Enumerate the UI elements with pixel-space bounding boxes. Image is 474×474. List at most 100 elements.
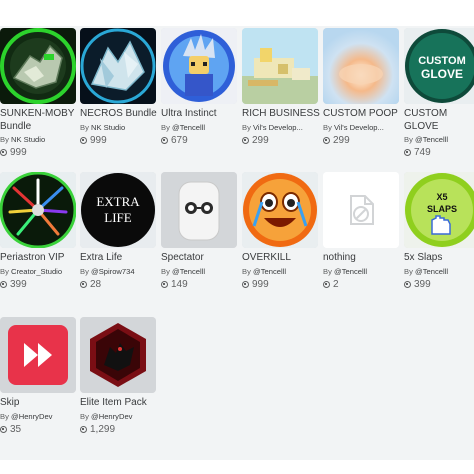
creator-link[interactable]: NK Studio xyxy=(11,135,45,144)
creator-link[interactable]: @HenryDev xyxy=(11,412,52,421)
item-creator: By @HenryDev xyxy=(80,411,133,421)
item-name[interactable]: Skip xyxy=(0,397,78,410)
item-name[interactable]: CUSTOM GLOVE xyxy=(404,108,474,133)
item-card-elite-item-pack[interactable]: Elite Item Pack By @HenryDev 1,299 xyxy=(80,317,158,436)
creator-link[interactable]: @Spirow734 xyxy=(91,267,135,276)
robux-icon xyxy=(0,425,7,433)
item-card-skip[interactable]: Skip By @HenryDev 35 xyxy=(0,317,78,436)
item-creator: By @Tencelll xyxy=(404,266,449,276)
item-creator: By @Tencelll xyxy=(242,266,287,276)
item-name[interactable]: NECROS Bundle xyxy=(80,108,158,121)
item-card-extra-life[interactable]: EXTRA LIFE Extra Life By @Spirow734 28 xyxy=(80,172,158,291)
ultra-instinct-thumbnail[interactable] xyxy=(161,28,237,104)
creator-link[interactable]: NK Studio xyxy=(91,123,125,132)
creator-link[interactable]: @Tencelll xyxy=(334,267,367,276)
robux-icon xyxy=(404,280,411,288)
item-price: 2 xyxy=(323,278,401,291)
extra-life-thumb-text-bottom: LIFE xyxy=(104,210,132,225)
slaps-thumb-text-top: X5 xyxy=(436,192,447,202)
item-name[interactable]: RICH BUSINESS xyxy=(242,108,320,121)
robux-icon xyxy=(80,425,87,433)
item-name[interactable]: CUSTOM POOP xyxy=(323,108,401,121)
item-price: 149 xyxy=(161,278,239,291)
nothing-thumbnail[interactable] xyxy=(323,172,399,248)
periastron-thumbnail[interactable] xyxy=(0,172,76,248)
item-price: 999 xyxy=(242,278,320,291)
item-price: 399 xyxy=(404,278,474,291)
creator-link[interactable]: @Tencelll xyxy=(172,123,205,132)
5x-slaps-thumbnail[interactable]: X5 SLAPS xyxy=(404,172,474,248)
overkill-thumbnail[interactable] xyxy=(242,172,318,248)
item-price: 679 xyxy=(161,134,239,147)
item-name[interactable]: Extra Life xyxy=(80,252,158,265)
custom-poop-thumbnail[interactable] xyxy=(323,28,399,104)
broken-image-icon xyxy=(323,172,399,248)
item-name[interactable]: nothing xyxy=(323,252,401,265)
creator-link[interactable]: @HenryDev xyxy=(91,412,132,421)
robux-icon xyxy=(0,149,7,156)
creator-link[interactable]: @Tencelll xyxy=(253,267,286,276)
creator-link[interactable]: Vil's Develop... xyxy=(334,123,384,132)
rich-business-thumbnail[interactable] xyxy=(242,28,318,104)
creator-link[interactable]: @Tencelll xyxy=(415,135,448,144)
item-name[interactable]: OVERKILL xyxy=(242,252,320,265)
robux-icon xyxy=(242,280,249,288)
extra-life-thumbnail[interactable]: EXTRA LIFE xyxy=(80,172,156,248)
robux-icon xyxy=(161,280,168,288)
item-price: 35 xyxy=(0,423,78,436)
item-creator: By @Spirow734 xyxy=(80,266,135,276)
item-price: 999 xyxy=(0,146,78,159)
item-name[interactable]: SUNKEN-MOBY Bundle xyxy=(0,108,78,133)
extra-life-thumb-text-top: EXTRA xyxy=(96,194,140,209)
item-price: 749 xyxy=(404,146,474,159)
item-card-nothing[interactable]: nothing By @Tencelll 2 xyxy=(323,172,401,291)
creator-link[interactable]: @Tencelll xyxy=(415,267,448,276)
item-price: 299 xyxy=(323,134,401,147)
item-name[interactable]: 5x Slaps xyxy=(404,252,474,265)
item-name[interactable]: Periastron VIP xyxy=(0,252,78,265)
page-footer-area xyxy=(0,460,474,474)
robux-icon xyxy=(242,136,249,144)
item-price: 1,299 xyxy=(80,423,158,436)
item-name[interactable]: Spectator xyxy=(161,252,239,265)
item-card-ultra-instinct[interactable]: Ultra Instinct By @Tencelll 679 xyxy=(161,28,239,147)
item-card-spectator[interactable]: Spectator By @Tencelll 149 xyxy=(161,172,239,291)
item-card-periastron-vip[interactable]: Periastron VIP By Creator_Studio 399 xyxy=(0,172,78,291)
robux-icon xyxy=(404,149,411,156)
spectator-thumbnail[interactable] xyxy=(161,172,237,248)
item-creator: By @HenryDev xyxy=(0,411,53,421)
necros-thumbnail[interactable] xyxy=(80,28,156,104)
item-creator: By @Tencelll xyxy=(161,122,206,132)
item-card-overkill[interactable]: OVERKILL By @Tencelll 999 xyxy=(242,172,320,291)
item-creator: By NK Studio xyxy=(0,135,46,144)
item-creator: By Vil's Develop... xyxy=(323,122,384,132)
item-creator: By @Tencelll xyxy=(161,266,206,276)
item-card-custom-glove[interactable]: CUSTOM GLOVE CUSTOM GLOVE By @Tencelll 7… xyxy=(404,28,474,159)
robux-icon xyxy=(80,280,87,288)
item-card-sunken-moby[interactable]: SUNKEN-MOBY Bundle By NK Studio 999 xyxy=(0,28,78,159)
item-price: 999 xyxy=(80,134,158,147)
robux-icon xyxy=(0,280,7,288)
item-creator: By NK Studio xyxy=(80,122,126,132)
creator-link[interactable]: @Tencelll xyxy=(172,267,205,276)
custom-glove-thumbnail[interactable]: CUSTOM GLOVE xyxy=(404,28,474,104)
slaps-thumb-text-bottom: SLAPS xyxy=(427,204,457,214)
item-card-rich-business[interactable]: RICH BUSINESS By Vil's Develop... 299 xyxy=(242,28,320,147)
skip-thumbnail[interactable] xyxy=(0,317,76,393)
custom-glove-thumb-text-top: CUSTOM xyxy=(418,55,465,67)
creator-link[interactable]: Vil's Develop... xyxy=(253,123,303,132)
sunken-moby-thumbnail[interactable] xyxy=(0,28,76,104)
item-name[interactable]: Ultra Instinct xyxy=(161,108,239,121)
item-creator: By @Tencelll xyxy=(323,266,368,276)
item-creator: By @Tencelll xyxy=(404,135,449,144)
item-card-necros[interactable]: NECROS Bundle By NK Studio 999 xyxy=(80,28,158,147)
elite-item-pack-thumbnail[interactable] xyxy=(80,317,156,393)
item-price: 399 xyxy=(0,278,78,291)
creator-link[interactable]: Creator_Studio xyxy=(11,267,62,276)
item-card-5x-slaps[interactable]: X5 SLAPS 5x Slaps By @Tencelll 399 xyxy=(404,172,474,291)
robux-icon xyxy=(323,280,330,288)
item-card-custom-poop[interactable]: CUSTOM POOP By Vil's Develop... 299 xyxy=(323,28,401,147)
item-price: 28 xyxy=(80,278,158,291)
item-name[interactable]: Elite Item Pack xyxy=(80,397,158,410)
robux-icon xyxy=(323,136,330,144)
